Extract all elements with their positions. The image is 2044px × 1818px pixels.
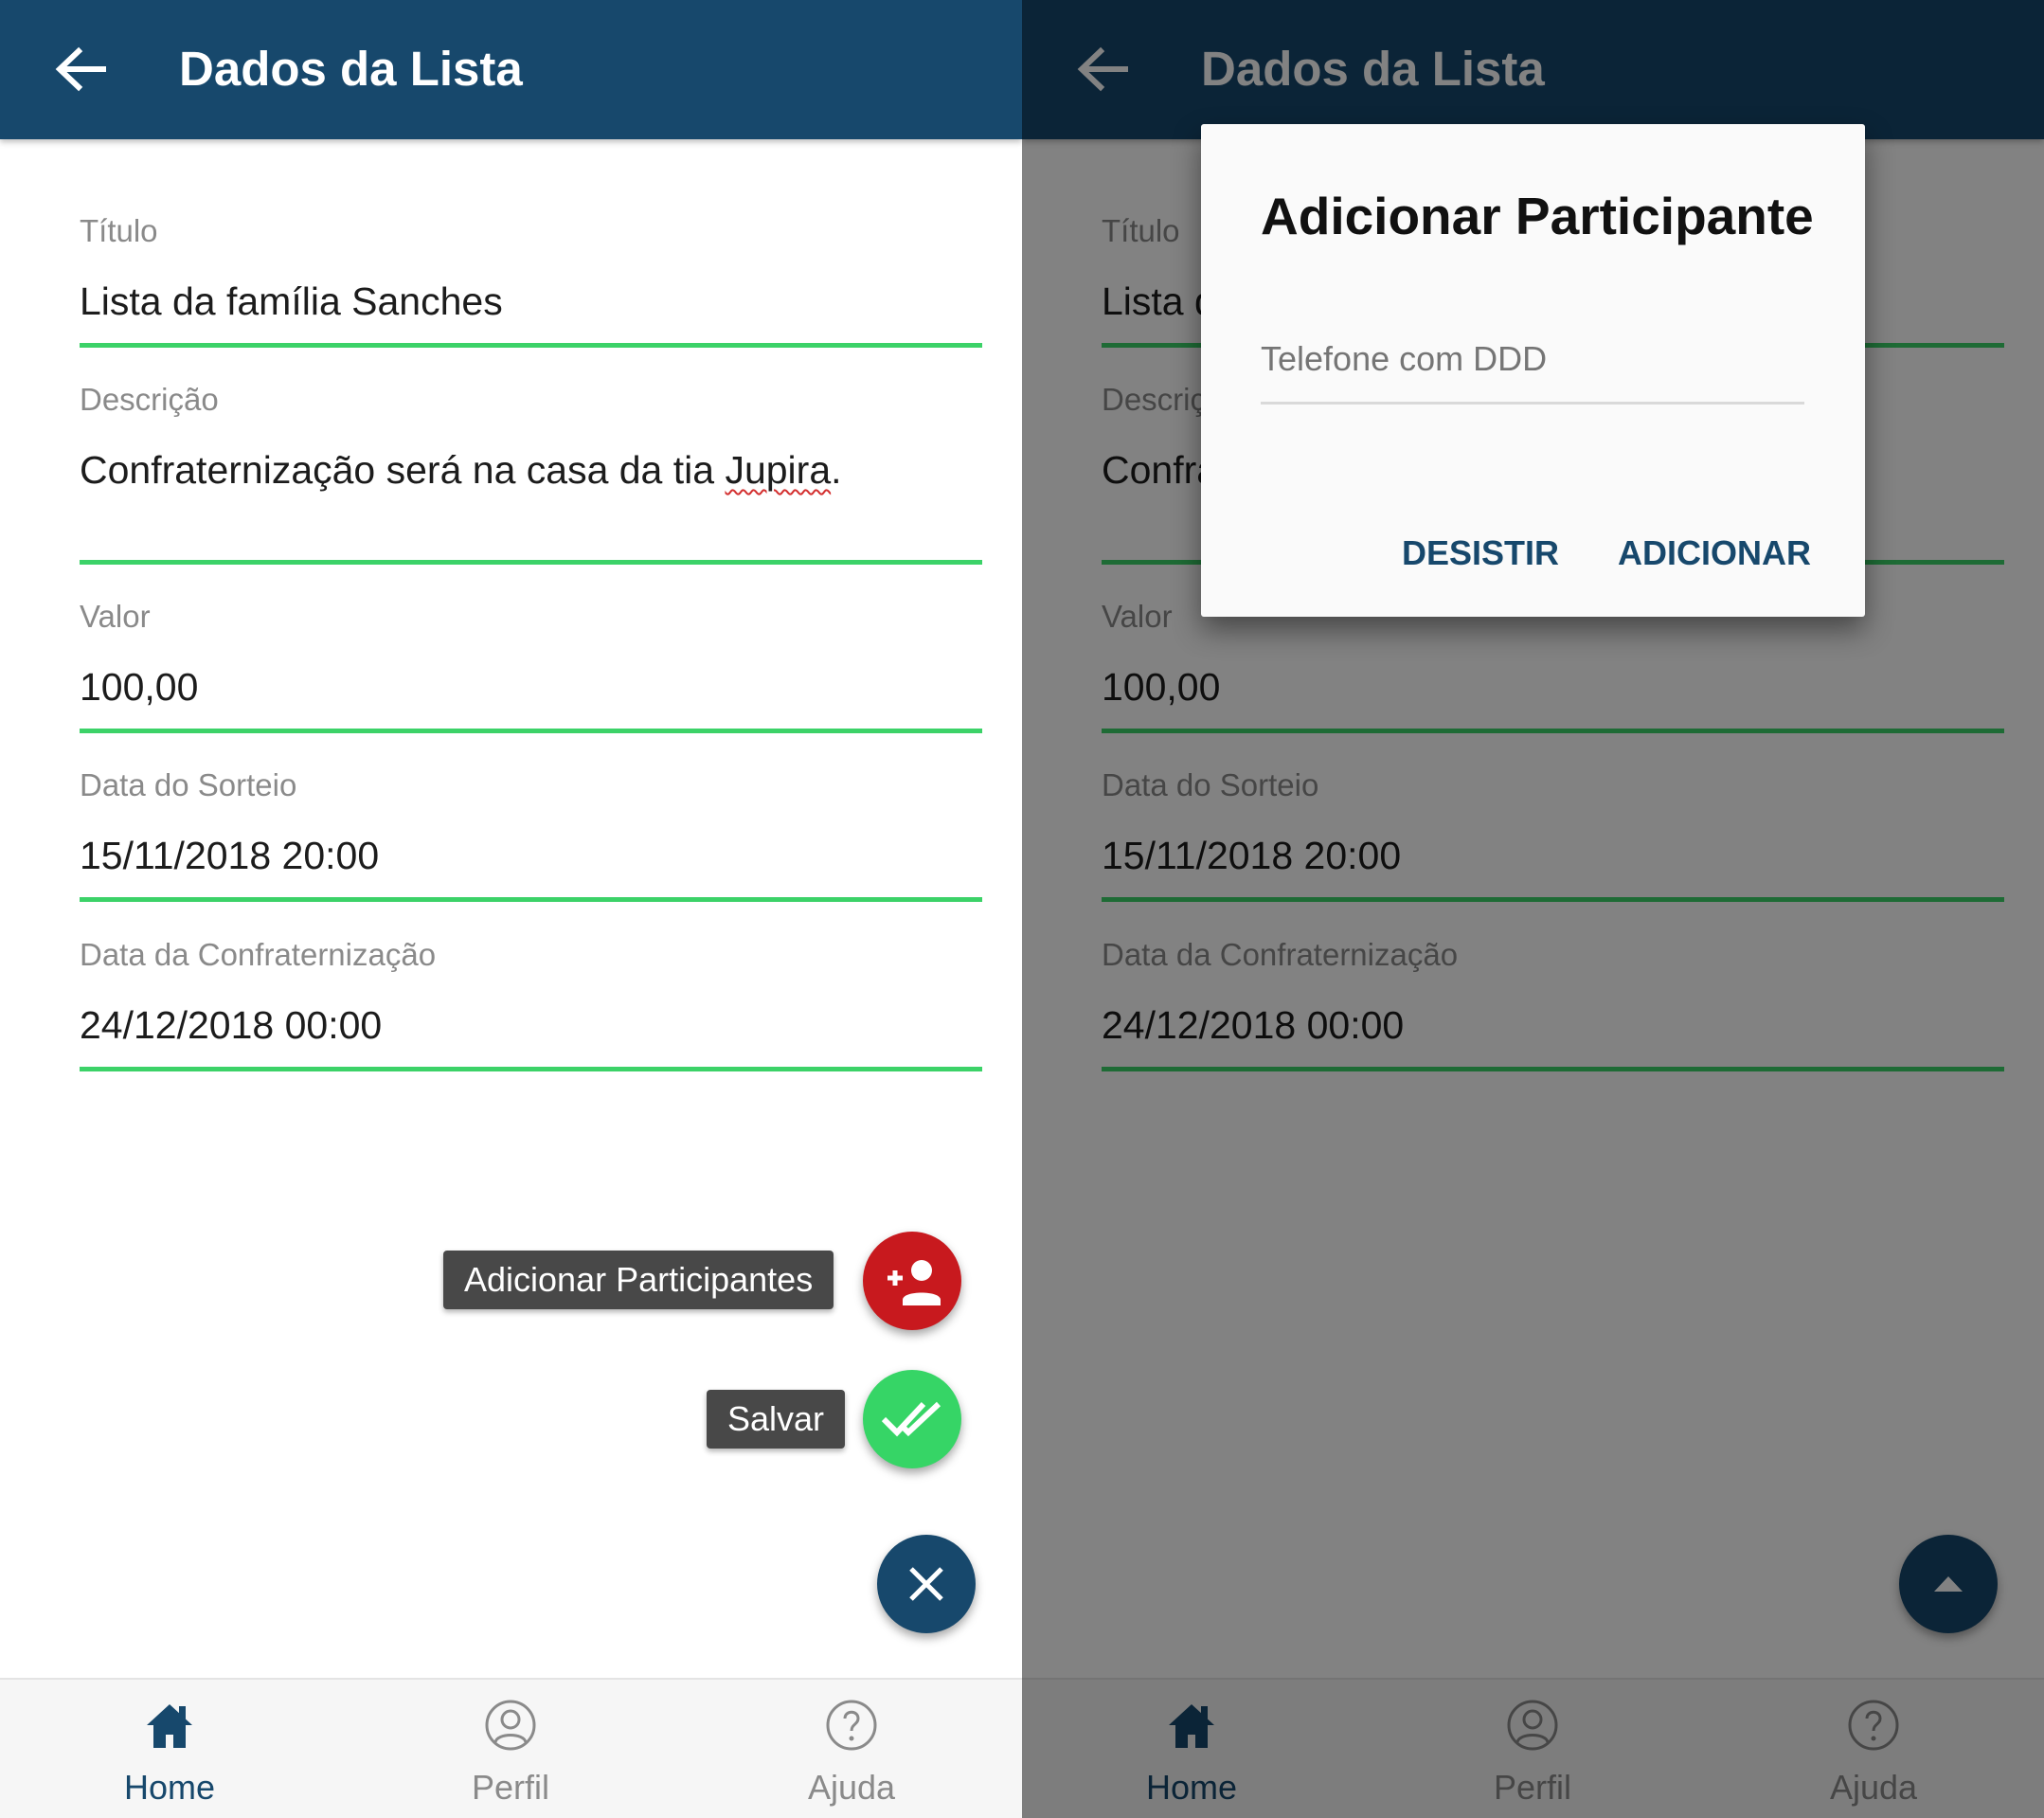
party-date-value[interactable]: 24/12/2018 00:00 [80,1000,382,1050]
nav-help-label: Ajuda [807,1768,896,1807]
description-underline [80,560,982,565]
description-value[interactable]: Confraternização será na casa da tia Jup… [80,445,842,495]
value-value[interactable]: 100,00 [80,662,198,711]
title-label: Título [80,213,158,248]
close-icon [909,1567,943,1601]
nav-profile-label: Perfil [471,1768,550,1807]
dialog-title: Adicionar Participante [1261,187,1814,245]
page-title: Dados da Lista [179,42,523,96]
misspelled-word[interactable]: Jupira [725,448,831,492]
app-bar: Dados da Lista [0,0,1022,139]
value-underline [80,729,982,733]
close-speed-dial-button[interactable] [877,1535,976,1633]
home-icon [147,1704,192,1748]
nav-home[interactable]: Home [75,1680,264,1818]
party-date-field[interactable]: Data da Confraternização 24/12/2018 00:0… [80,934,982,1071]
profile-icon [485,1700,536,1751]
value-label: Valor [80,599,151,634]
draw-date-label: Data do Sorteio [80,767,297,802]
nav-profile[interactable]: Perfil [416,1680,605,1818]
add-button[interactable]: ADICIONAR [1618,520,1811,586]
draw-date-value[interactable]: 15/11/2018 20:00 [80,831,379,880]
add-participants-button[interactable] [863,1232,961,1330]
add-participant-dialog: Adicionar Participante DESISTIR ADICIONA… [1201,124,1865,617]
help-icon [826,1700,877,1751]
save-button[interactable] [863,1370,961,1468]
draw-date-field[interactable]: Data do Sorteio 15/11/2018 20:00 [80,765,982,902]
bottom-navigation: Home Perfil Ajuda [0,1678,1022,1818]
description-label: Descrição [80,382,219,417]
back-arrow-icon[interactable] [52,44,109,95]
draw-date-underline [80,897,982,902]
title-field[interactable]: Título Lista da família Sanches [80,210,982,348]
nav-help[interactable]: Ajuda [757,1680,946,1818]
party-date-label: Data da Confraternização [80,937,437,972]
add-participants-label[interactable]: Adicionar Participantes [443,1251,834,1309]
dialog-screen: Dados da Lista Título Lista da família S… [1022,0,2044,1818]
value-field[interactable]: Valor 100,00 [80,596,982,733]
form-screen: Dados da Lista Título Lista da família S… [0,0,1022,1818]
title-underline [80,343,982,348]
description-end: . [831,448,842,492]
cancel-button[interactable]: DESISTIR [1402,520,1559,586]
phone-input-underline [1261,402,1804,405]
description-field[interactable]: Descrição Confraternização será na casa … [80,379,982,565]
nav-home-label: Home [123,1768,216,1807]
save-label[interactable]: Salvar [707,1390,846,1449]
add-person-icon [888,1260,941,1305]
title-value[interactable]: Lista da família Sanches [80,277,503,326]
double-check-icon [882,1401,941,1437]
description-text: Confraternização será na casa da tia [80,448,726,492]
phone-input[interactable] [1261,333,1804,386]
party-date-underline [80,1067,982,1071]
